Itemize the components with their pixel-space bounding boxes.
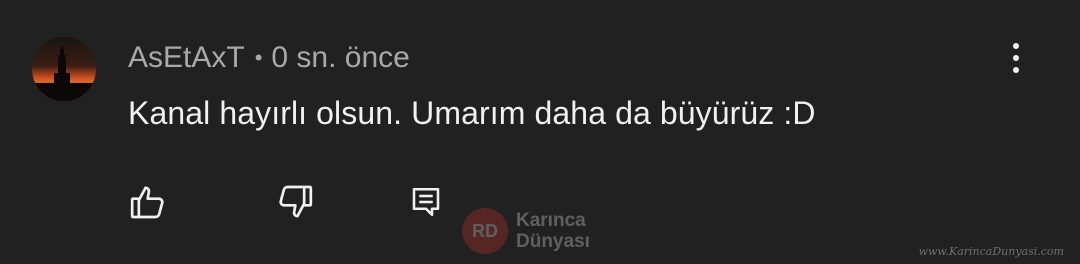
avatar[interactable]	[32, 37, 96, 101]
watermark-logo: RD Karınca Dünyası	[462, 208, 590, 254]
watermark-logo-line1: Karınca	[516, 210, 586, 231]
watermark-logo-line2: Dünyası	[516, 231, 590, 252]
comment-text: Kanal hayırlı olsun. Umarım daha da büyü…	[128, 95, 816, 131]
comment-reply-icon	[412, 187, 440, 217]
reply-button[interactable]	[404, 180, 448, 224]
more-dot	[1013, 43, 1019, 49]
comment-meta: AsEtAxT • 0 sn. önce	[128, 40, 410, 76]
like-button[interactable]	[126, 180, 170, 224]
watermark-logo-badge: RD	[462, 208, 508, 254]
more-dot	[1013, 55, 1019, 61]
avatar-image	[32, 37, 96, 101]
more-dot	[1013, 67, 1019, 73]
dislike-button[interactable]	[273, 180, 317, 224]
watermark-url: www.KarincaDunyasi.com	[918, 245, 1064, 258]
author-name[interactable]: AsEtAxT	[128, 41, 245, 75]
watermark-logo-text: Karınca Dünyası	[516, 210, 590, 252]
timestamp: 0 sn. önce	[271, 41, 410, 74]
more-options-button[interactable]	[996, 38, 1036, 78]
meta-separator: •	[254, 45, 263, 70]
thumb-down-icon	[279, 185, 313, 218]
thumb-up-icon	[130, 186, 164, 219]
comment-item: AsEtAxT • 0 sn. önce Kanal hayırlı olsun…	[0, 0, 1080, 264]
